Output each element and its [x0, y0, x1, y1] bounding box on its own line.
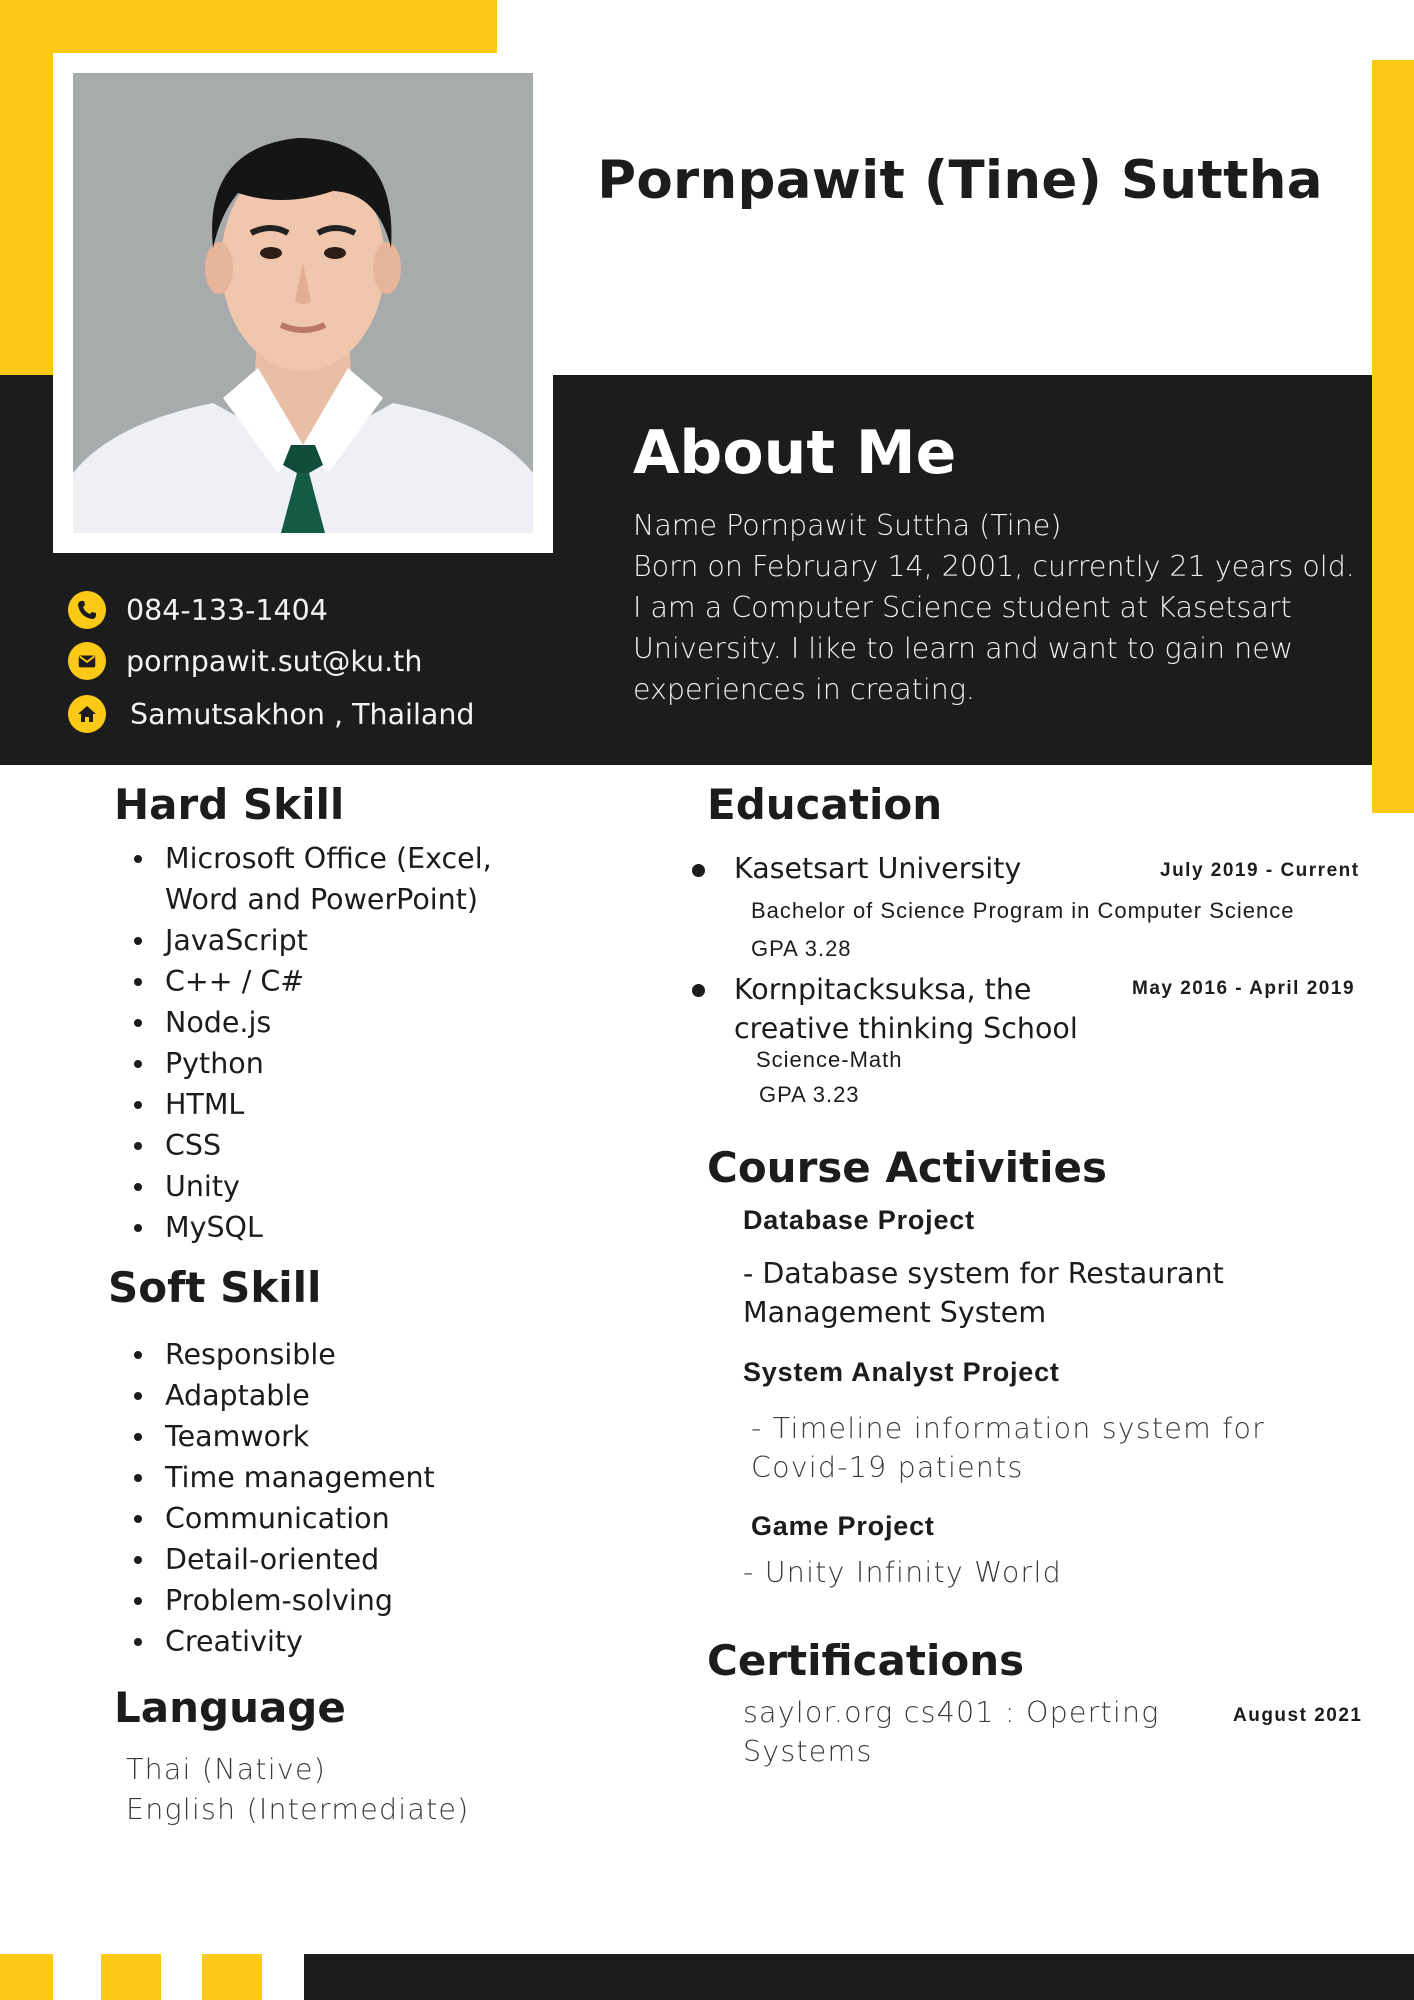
contact-phone: 084-133-1404 [68, 591, 328, 629]
edu-bullet [692, 984, 705, 997]
list-item: Unity [134, 1166, 492, 1207]
language-item: Thai (Native) [126, 1753, 327, 1786]
project-title: Game Project [751, 1511, 935, 1541]
edu-school: Kasetsart University [734, 852, 1022, 885]
education-title: Education [707, 780, 943, 829]
certification-date: August 2021 [1233, 1705, 1363, 1726]
edu-school: creative thinking School [734, 1012, 1078, 1045]
footer-block-3 [202, 1954, 262, 2000]
contact-email: pornpawit.sut@ku.th [68, 642, 422, 680]
home-icon [68, 695, 106, 733]
course-activities-title: Course Activities [707, 1143, 1108, 1192]
list-item: Problem-solving [134, 1580, 435, 1621]
hard-skill-list: Microsoft Office (Excel, Word and PowerP… [134, 838, 492, 1248]
certifications-title: Certifications [707, 1636, 1025, 1685]
edu-program: Science-Math [756, 1047, 903, 1072]
list-item: JavaScript [134, 920, 492, 961]
list-item: Creativity [134, 1621, 435, 1662]
contact-location: Samutsakhon , Thailand [68, 695, 475, 733]
footer-block-2 [101, 1954, 161, 2000]
about-line: experiences in creating. [633, 673, 975, 706]
project-desc: Covid-19 patients [751, 1451, 1024, 1484]
project-desc: Management System [743, 1296, 1047, 1329]
profile-photo [73, 73, 533, 533]
list-item: Communication [134, 1498, 435, 1539]
list-item: CSS [134, 1125, 492, 1166]
soft-skill-list: Responsible Adaptable Teamwork Time mana… [134, 1334, 435, 1662]
about-me-text: Name Pornpawit Suttha (Tine) Born on Feb… [633, 505, 1355, 710]
list-item: C++ / C# [134, 961, 492, 1002]
list-item: HTML [134, 1084, 492, 1125]
email-address: pornpawit.sut@ku.th [126, 644, 423, 678]
footer-bar [304, 1954, 1414, 2000]
accent-block-top-left [0, 0, 497, 53]
list-item: Detail-oriented [134, 1539, 435, 1580]
hard-skill-title: Hard Skill [114, 780, 345, 829]
edu-gpa: GPA 3.28 [751, 936, 852, 961]
edu-program: Bachelor of Science Program in Computer … [751, 898, 1295, 923]
soft-skill-title: Soft Skill [108, 1263, 322, 1312]
list-item: Node.js [134, 1002, 492, 1043]
certification-text: Systems [743, 1735, 873, 1768]
list-item: Python [134, 1043, 492, 1084]
about-line: Name Pornpawit Suttha (Tine) [633, 509, 1062, 542]
mail-icon [68, 642, 106, 680]
list-item: MySQL [134, 1207, 492, 1248]
about-line: I am a Computer Science student at Kaset… [633, 591, 1292, 624]
language-item: English (Intermediate) [126, 1793, 470, 1826]
phone-icon [68, 591, 106, 629]
certification-text: saylor.org cs401 : Operting [743, 1696, 1160, 1729]
project-desc: - Database system for Restaurant [743, 1257, 1224, 1290]
project-title: System Analyst Project [743, 1357, 1060, 1387]
edu-gpa: GPA 3.23 [759, 1082, 860, 1107]
about-line: Born on February 14, 2001, currently 21 … [633, 550, 1355, 583]
list-item: Microsoft Office (Excel, [134, 838, 492, 879]
list-item: Teamwork [134, 1416, 435, 1457]
candidate-name: Pornpawit (Tine) Suttha [597, 150, 1323, 211]
project-title: Database Project [743, 1205, 975, 1235]
edu-school: Kornpitacksuksa, the [734, 973, 1032, 1006]
footer-block-1 [0, 1954, 53, 2000]
list-item: Responsible [134, 1334, 435, 1375]
about-me-title: About Me [633, 418, 957, 488]
language-title: Language [114, 1683, 346, 1732]
list-item: Word and PowerPoint) [165, 883, 479, 916]
edu-date: July 2019 - Current [1160, 860, 1360, 881]
about-line: University. I like to learn and want to … [633, 632, 1294, 665]
accent-block-left [0, 0, 53, 375]
phone-number: 084-133-1404 [126, 593, 328, 627]
project-desc: - Timeline information system for [751, 1412, 1266, 1445]
list-item: Time management [134, 1457, 435, 1498]
list-item: Adaptable [134, 1375, 435, 1416]
edu-date: May 2016 - April 2019 [1132, 978, 1356, 999]
project-desc: - Unity Infinity World [743, 1556, 1062, 1589]
location: Samutsakhon , Thailand [130, 697, 475, 731]
edu-bullet [692, 864, 705, 877]
accent-bar-right [1372, 60, 1414, 813]
